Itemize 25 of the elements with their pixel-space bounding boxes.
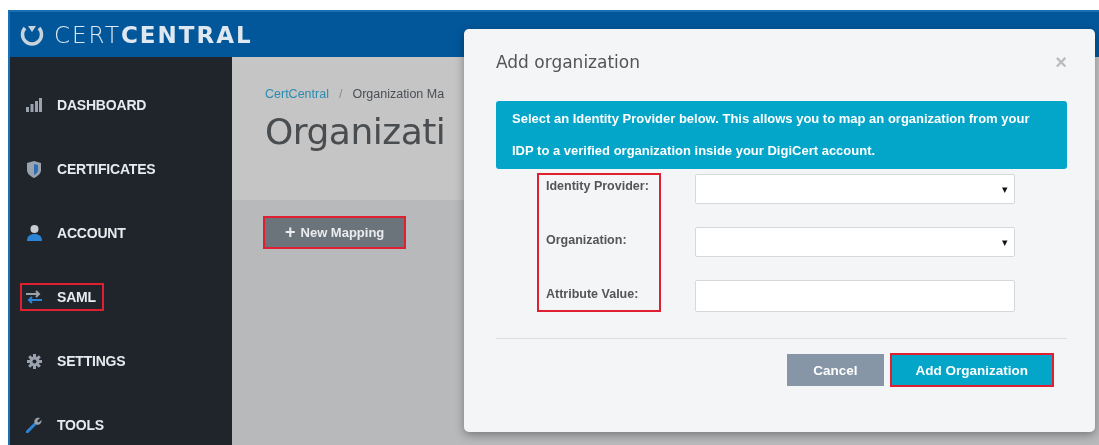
nav-item[interactable]: DASHBOARD (20, 91, 155, 119)
select-field[interactable]: ▾ (694, 174, 1015, 204)
nav-item[interactable]: TOOLS (20, 411, 112, 439)
gear-icon (26, 353, 42, 369)
dialog-title: Add organization (496, 52, 641, 72)
bar-chart-icon (26, 98, 42, 112)
nav-item[interactable]: SETTINGS (20, 347, 134, 375)
field-label: Organization: (546, 233, 627, 247)
field-label: Identity Provider: (546, 179, 649, 193)
person-icon (26, 225, 42, 241)
nav-item[interactable]: SAML (20, 283, 104, 311)
select-field[interactable]: ▾ (694, 227, 1015, 257)
nav-item[interactable]: ACCOUNT (20, 219, 134, 247)
field-label: Attribute Value: (546, 287, 639, 301)
breadcrumb-separator: / (338, 87, 343, 101)
page-title: Organizati (265, 111, 446, 152)
wrench-icon (26, 417, 42, 433)
swap-arrows-icon (26, 290, 42, 304)
shield-icon (27, 160, 41, 178)
input-field[interactable] (694, 280, 1015, 312)
nav-item[interactable]: CERTIFICATES (20, 154, 164, 184)
info-message: Select an Identity Provider below. This allows you to map an organization from your IDP to a verified organization inside your DigiCert account. (496, 101, 1067, 169)
breadcrumb-item: Organization Ma (352, 87, 445, 101)
app-logo-text: CERTCENTRAL (54, 21, 253, 48)
new-mapping-button[interactable]: + New Mapping (263, 216, 407, 249)
